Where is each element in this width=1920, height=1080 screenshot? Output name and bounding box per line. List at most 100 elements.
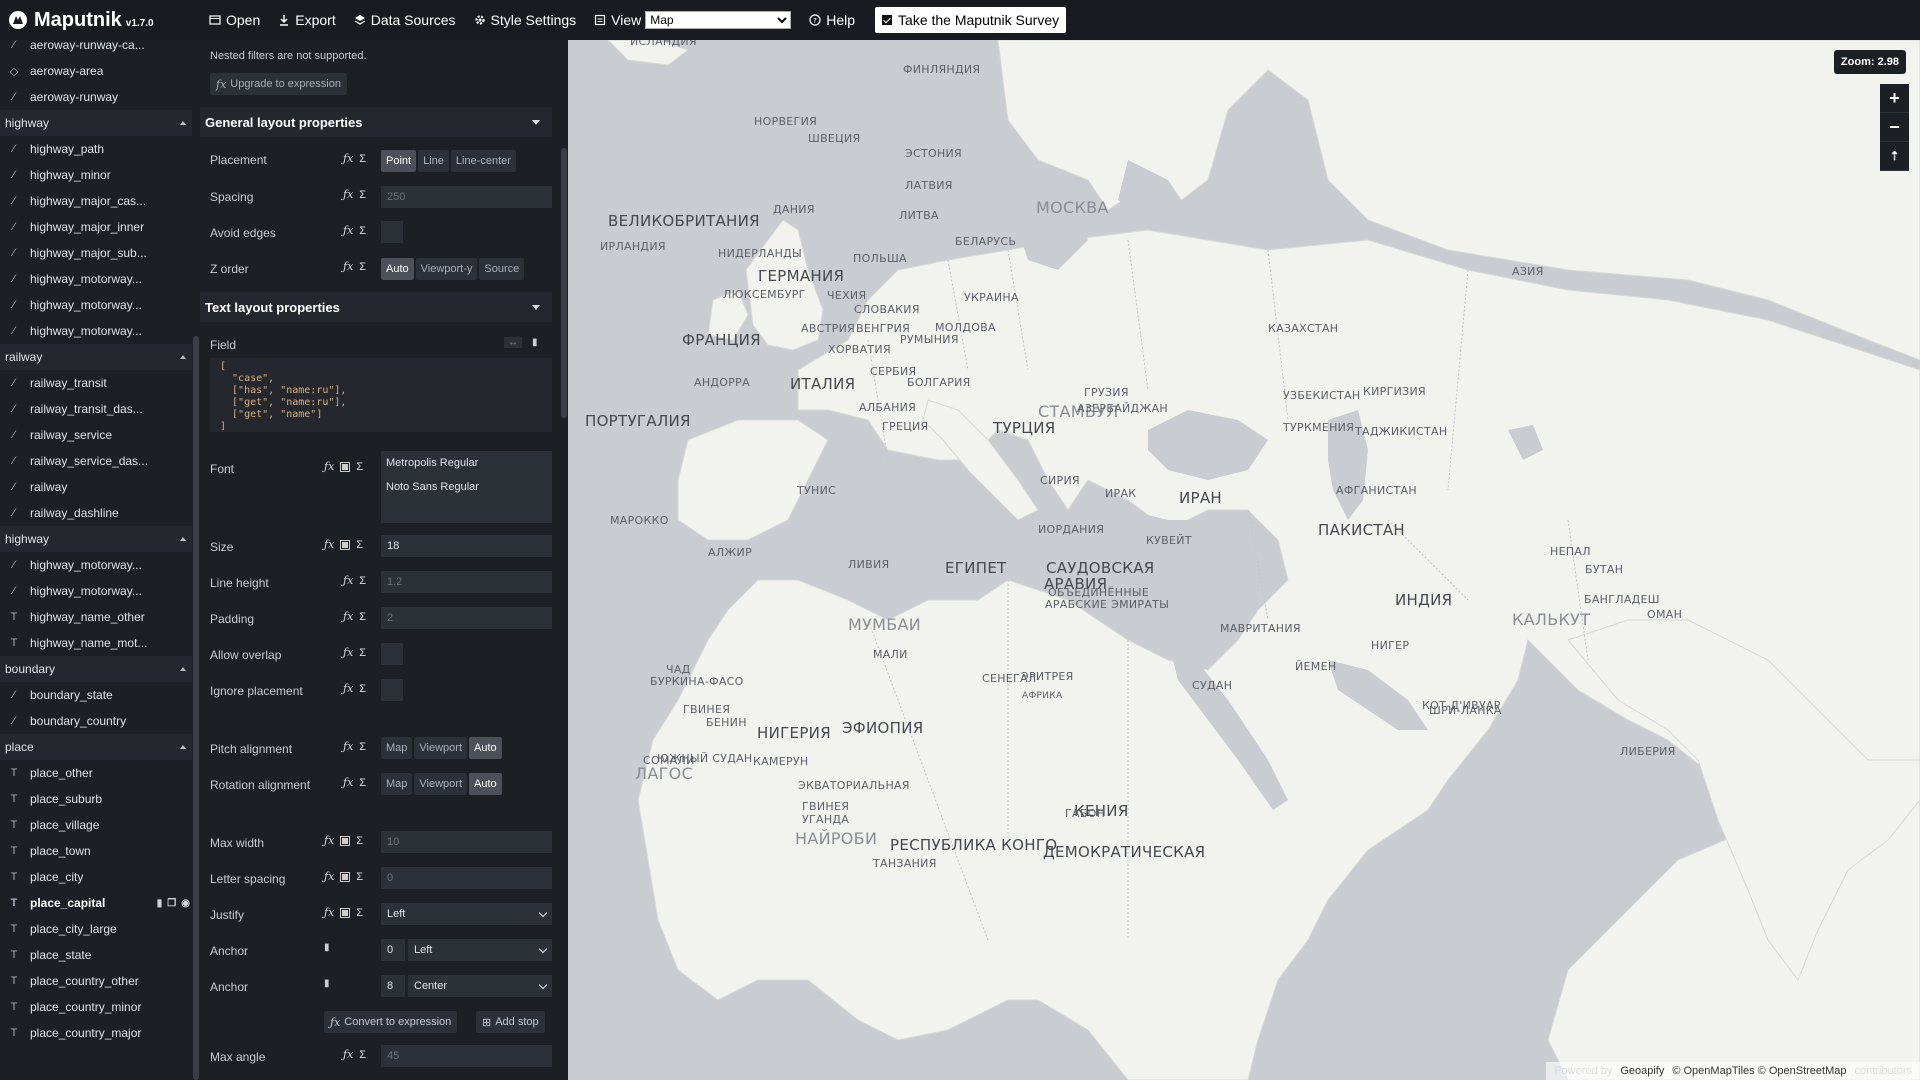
trash-icon[interactable]: ▮ — [324, 942, 330, 953]
function-icon[interactable]: ƒx — [343, 574, 353, 587]
anchor-stop-input[interactable]: 0 — [381, 939, 405, 961]
sigma-icon[interactable]: Σ — [359, 1049, 366, 1061]
function-icon[interactable]: ƒx — [324, 834, 334, 847]
eye-icon[interactable]: ◉ — [181, 898, 190, 909]
list-item[interactable]: Tplace_country_minor — [0, 994, 200, 1020]
sigma-icon[interactable]: Σ — [356, 871, 363, 883]
convert-to-expression-button[interactable]: ƒx Convert to expression — [324, 1011, 458, 1033]
function-icon[interactable]: ƒx — [324, 538, 334, 551]
zoom-out-button[interactable]: − — [1880, 113, 1909, 142]
function-icon[interactable]: ƒx — [324, 906, 334, 919]
data-icon[interactable] — [340, 539, 351, 550]
list-item[interactable]: Tplace_country_other — [0, 968, 200, 994]
field-expression-editor[interactable]: [ "case", ["has", "name:ru"], ["get", "n… — [210, 358, 552, 432]
trash-icon[interactable]: ▮ — [532, 337, 538, 348]
anchor-select[interactable]: Left — [408, 939, 552, 961]
layer-group-place[interactable]: place — [0, 734, 200, 760]
sigma-icon[interactable]: Σ — [359, 575, 366, 587]
compass-button[interactable]: ⇡ — [1880, 142, 1909, 171]
sigma-icon[interactable]: Σ — [359, 153, 366, 165]
avoid-edges-checkbox[interactable] — [381, 221, 403, 243]
allow-overlap-checkbox[interactable] — [381, 643, 403, 665]
trash-icon[interactable]: ▮ — [157, 898, 163, 909]
app-logo[interactable]: Maputnik v1.7.0 — [0, 9, 200, 32]
sigma-icon[interactable]: Σ — [359, 777, 366, 789]
data-icon[interactable] — [340, 871, 351, 882]
function-icon[interactable]: ƒx — [343, 610, 353, 623]
sigma-icon[interactable]: Σ — [359, 261, 366, 273]
function-icon[interactable]: ƒx — [343, 1048, 353, 1061]
list-item[interactable]: Thighway_name_other — [0, 604, 200, 630]
list-item[interactable]: ⁄ highway_path — [0, 136, 200, 162]
list-item[interactable]: ⁄ boundary_state — [0, 682, 200, 708]
function-icon[interactable]: ƒx — [343, 740, 353, 753]
attribution-osm-link[interactable]: © OpenMapTiles © OpenStreetMap — [1672, 1065, 1846, 1077]
rotation-auto[interactable]: Auto — [469, 773, 502, 795]
scrollbar-thumb[interactable] — [193, 336, 199, 1080]
text-layout-header[interactable]: Text layout properties — [200, 292, 552, 322]
data-icon[interactable] — [340, 907, 351, 918]
sigma-icon[interactable]: Σ — [356, 461, 363, 473]
max-angle-input[interactable]: 45 — [381, 1045, 552, 1067]
view-select[interactable]: Map — [645, 11, 792, 29]
sigma-icon[interactable]: Σ — [359, 683, 366, 695]
function-icon[interactable]: ƒx — [343, 646, 353, 659]
pitch-map[interactable]: Map — [381, 737, 413, 759]
pitch-viewport[interactable]: Viewport — [414, 737, 468, 759]
ignore-placement-checkbox[interactable] — [381, 679, 403, 701]
function-icon[interactable]: ƒx — [343, 224, 353, 237]
letter-spacing-input[interactable]: 0 — [381, 867, 552, 889]
function-icon[interactable]: ƒx — [324, 460, 334, 473]
list-item[interactable]: ⁄ railway_transit — [0, 370, 200, 396]
list-item[interactable]: Tplace_city — [0, 864, 200, 890]
duplicate-icon[interactable]: ❐ — [167, 898, 176, 909]
justify-select[interactable]: Left — [381, 903, 552, 925]
list-item[interactable]: ⁄ railway — [0, 474, 200, 500]
function-icon[interactable]: ƒx — [343, 260, 353, 273]
list-item[interactable]: ⁄ highway_motorway... — [0, 318, 200, 344]
list-item[interactable]: ⁄ highway_major_sub... — [0, 240, 200, 266]
list-item[interactable]: ⁄ railway_dashline — [0, 500, 200, 526]
list-item[interactable]: Tplace_country_major — [0, 1020, 200, 1046]
padding-input[interactable]: 2 — [381, 607, 552, 629]
size-input[interactable]: 18 — [381, 535, 552, 557]
sigma-icon[interactable]: Σ — [359, 189, 366, 201]
list-item[interactable]: ⁄ highway_motorway... — [0, 552, 200, 578]
map-view[interactable]: ИСЛАНДИЯ ФИНЛЯНДИЯ НОРВЕГИЯ ШВЕЦИЯ ЭСТОНИЯ ЛА… — [568, 40, 1920, 1080]
anchor-stop-input[interactable]: 8 — [381, 975, 405, 997]
list-item[interactable]: ⁄ highway_major_inner — [0, 214, 200, 240]
z-order-auto[interactable]: Auto — [381, 258, 414, 280]
data-sources-button[interactable]: Data Sources — [345, 0, 465, 40]
general-layout-header[interactable]: General layout properties — [200, 107, 552, 137]
function-icon[interactable]: ƒx — [343, 188, 353, 201]
list-item[interactable]: Tplace_suburb — [0, 786, 200, 812]
list-item[interactable]: Tplace_town — [0, 838, 200, 864]
pitch-auto[interactable]: Auto — [469, 737, 502, 759]
rotation-map[interactable]: Map — [381, 773, 413, 795]
expand-icon[interactable]: ↔ — [504, 337, 522, 348]
trash-icon[interactable]: ▮ — [324, 978, 330, 989]
list-item[interactable]: Tplace_village — [0, 812, 200, 838]
export-button[interactable]: Export — [269, 0, 344, 40]
survey-button[interactable]: Take the Maputnik Survey — [875, 7, 1067, 33]
z-order-viewport-y[interactable]: Viewport-y — [415, 258, 478, 280]
z-order-source[interactable]: Source — [479, 258, 525, 280]
function-icon[interactable]: ƒx — [324, 870, 334, 883]
list-item[interactable]: ⁄ highway_motorway... — [0, 292, 200, 318]
placement-line-center[interactable]: Line-center — [450, 150, 516, 172]
add-stop-button[interactable]: ⊞ Add stop — [476, 1011, 545, 1033]
sigma-icon[interactable]: Σ — [356, 835, 363, 847]
list-item[interactable]: ⁄ aeroway-runway — [0, 84, 200, 110]
list-item[interactable]: Tplace_state — [0, 942, 200, 968]
list-item[interactable]: Thighway_name_mot... — [0, 630, 200, 656]
list-item[interactable]: ⁄ highway_major_cas... — [0, 188, 200, 214]
line-height-input[interactable]: 1.2 — [381, 571, 552, 593]
font-item[interactable]: Noto Sans Regular — [381, 475, 552, 499]
anchor-select[interactable]: Center — [408, 975, 552, 997]
editor-scrollbar[interactable] — [560, 40, 568, 1080]
font-item[interactable]: Metropolis Regular — [381, 451, 552, 475]
sigma-icon[interactable]: Σ — [359, 225, 366, 237]
function-icon[interactable]: ƒx — [343, 776, 353, 789]
list-item[interactable]: ⁄ railway_service — [0, 422, 200, 448]
function-icon[interactable]: ƒx — [343, 682, 353, 695]
